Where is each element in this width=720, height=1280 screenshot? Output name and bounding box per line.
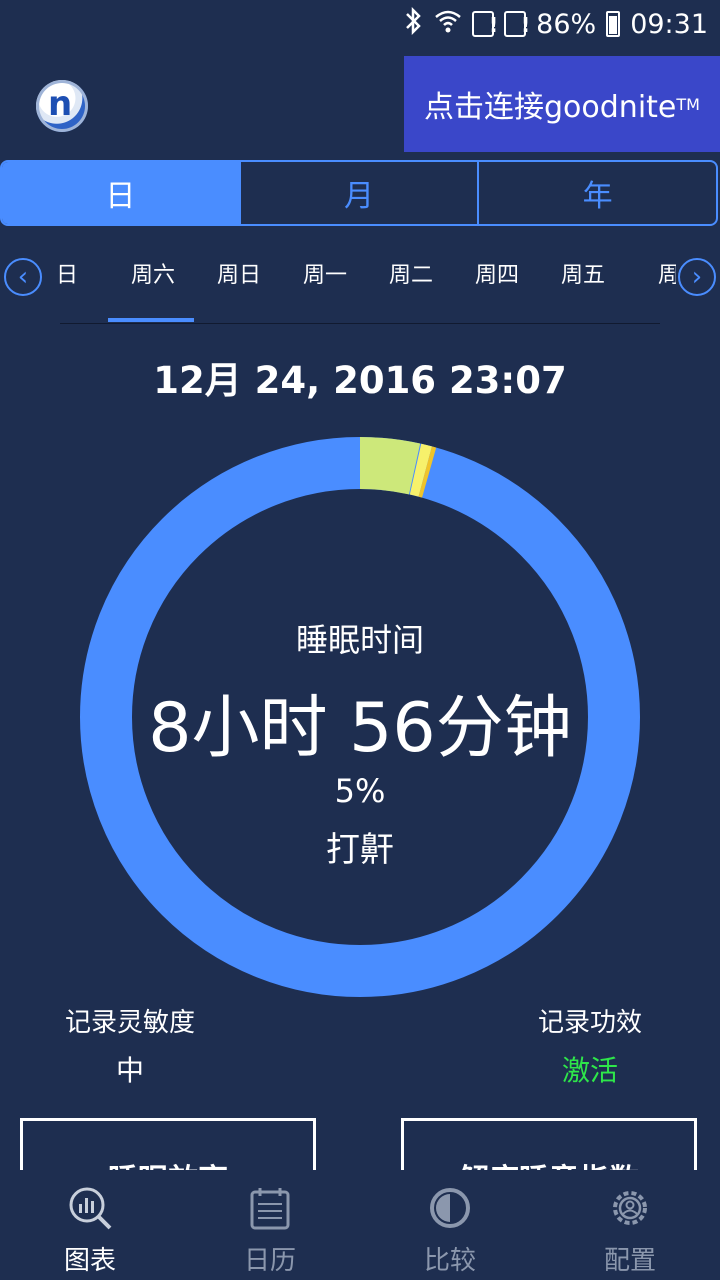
snore-label: 打鼾: [326, 830, 394, 870]
sleep-time-title: 睡眠时间: [295, 621, 424, 659]
battery-icon: [606, 11, 621, 37]
wifi-icon: [434, 7, 462, 42]
app-logo: n: [36, 80, 88, 132]
connect-button-label: 点击连接goodnite: [424, 90, 677, 125]
tab-year[interactable]: 年: [479, 162, 716, 224]
nav-settings[interactable]: 配置: [540, 1170, 720, 1280]
day-selector: ‹ 日 周六 周日 周一 周二 周四 周五 周 ›: [0, 240, 720, 324]
day-item-selected[interactable]: 周六: [110, 240, 196, 312]
trademark-mark: TM: [676, 94, 700, 114]
day-item[interactable]: 日: [44, 240, 110, 312]
nav-label: 图表: [63, 1246, 116, 1276]
previous-arrow-icon[interactable]: ‹: [4, 258, 42, 296]
day-item[interactable]: 周: [626, 240, 676, 312]
sim2-icon: [504, 11, 530, 37]
chart-icon: [69, 1187, 112, 1230]
efficacy-label: 记录功效: [537, 1008, 642, 1038]
nav-chart[interactable]: 图表: [0, 1170, 180, 1280]
period-segmented-control: 日 月 年: [0, 160, 718, 226]
day-item[interactable]: 周五: [540, 240, 626, 312]
nav-calendar[interactable]: 日历: [180, 1170, 360, 1280]
record-datetime: 12月 24, 2016 23:07: [153, 359, 567, 402]
calendar-icon: [250, 1188, 290, 1230]
divider: [60, 323, 660, 324]
settings-icon: [613, 1191, 647, 1225]
day-item[interactable]: 周四: [454, 240, 540, 312]
nav-label: 配置: [603, 1246, 656, 1276]
day-item[interactable]: 周日: [196, 240, 282, 312]
sleep-duration: 8小时 56分钟: [148, 689, 572, 768]
bluetooth-icon: [404, 6, 424, 42]
bottom-navigation: 图表 日历 比较 配置: [0, 1170, 720, 1280]
next-arrow-icon[interactable]: ›: [678, 258, 716, 296]
sensitivity-setting[interactable]: 记录灵敏度 中: [52, 1002, 208, 1089]
battery-percent: 86%: [536, 8, 597, 40]
sim1-icon: [472, 11, 498, 37]
connect-device-button[interactable]: 点击连接goodnite TM: [404, 56, 720, 152]
selected-day-indicator: [108, 318, 194, 322]
efficacy-value: 激活: [561, 1054, 618, 1087]
day-item[interactable]: 周二: [368, 240, 454, 312]
tab-day[interactable]: 日: [2, 162, 241, 224]
tab-month[interactable]: 月: [241, 162, 480, 224]
nav-compare[interactable]: 比较: [360, 1170, 540, 1280]
status-bar: 86% 09:31: [0, 0, 720, 48]
sensitivity-value: 中: [115, 1054, 144, 1087]
day-list: 日 周六 周日 周一 周二 周四 周五 周: [44, 240, 676, 324]
sensitivity-label: 记录灵敏度: [64, 1008, 195, 1038]
day-item[interactable]: 周一: [282, 240, 368, 312]
nav-label: 比较: [423, 1246, 476, 1276]
nav-label: 日历: [243, 1246, 296, 1276]
efficacy-setting[interactable]: 记录功效 激活: [520, 1002, 660, 1089]
clock: 09:31: [630, 8, 708, 40]
compare-icon: [430, 1188, 470, 1228]
snore-percent: 5%: [334, 772, 386, 810]
